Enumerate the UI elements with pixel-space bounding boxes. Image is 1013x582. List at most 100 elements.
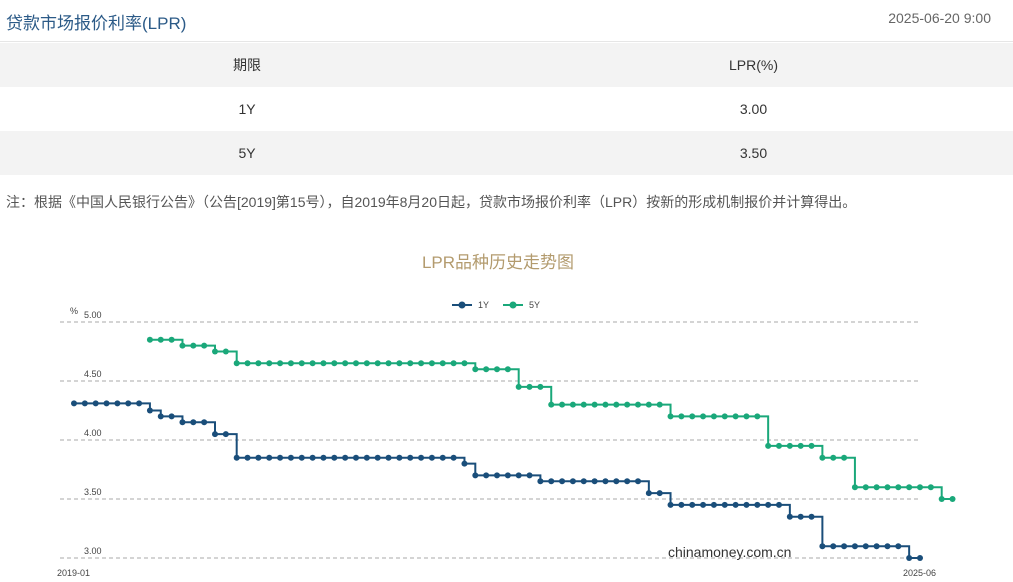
data-point-1Y xyxy=(895,543,902,550)
data-point-1Y xyxy=(407,454,414,461)
data-point-1Y xyxy=(428,454,435,461)
data-point-1Y xyxy=(830,543,837,550)
data-point-1Y xyxy=(797,513,804,520)
data-point-5Y xyxy=(851,484,858,491)
data-point-1Y xyxy=(450,454,457,461)
data-point-1Y xyxy=(656,490,663,497)
data-point-1Y xyxy=(580,478,587,485)
data-point-1Y xyxy=(776,501,782,508)
data-point-5Y xyxy=(504,366,511,373)
data-point-1Y xyxy=(754,501,761,508)
data-point-1Y xyxy=(504,472,511,479)
column-header-term: 期限 xyxy=(233,57,261,73)
data-point-5Y xyxy=(808,442,815,449)
data-point-5Y xyxy=(569,401,576,408)
data-point-1Y xyxy=(353,454,359,461)
footnote: 注：根据《中国人民银行公告》（公告[2019]第15号），自2019年8月20日… xyxy=(6,194,857,210)
data-point-5Y xyxy=(179,342,186,349)
y-tick-label: 3.00 xyxy=(84,546,102,556)
data-point-5Y xyxy=(873,484,880,491)
data-point-5Y xyxy=(385,360,392,367)
data-point-1Y xyxy=(689,501,696,508)
data-point-1Y xyxy=(494,472,500,479)
data-point-5Y xyxy=(353,360,359,367)
data-point-1Y xyxy=(190,419,197,426)
data-point-1Y xyxy=(743,501,750,508)
data-point-5Y xyxy=(765,442,772,449)
table-cell-rate: 3.50 xyxy=(739,145,768,161)
y-tick-label: 4.00 xyxy=(84,428,102,438)
y-tick-label: 4.50 xyxy=(84,369,102,379)
data-point-5Y xyxy=(559,401,566,408)
data-point-5Y xyxy=(461,360,468,367)
data-point-5Y xyxy=(298,360,305,367)
data-point-1Y xyxy=(179,419,186,426)
data-point-1Y xyxy=(114,400,121,407)
data-point-1Y xyxy=(418,454,425,461)
data-point-5Y xyxy=(418,360,425,367)
data-point-5Y xyxy=(168,336,175,343)
data-point-5Y xyxy=(754,413,761,420)
data-point-1Y xyxy=(168,413,175,420)
data-point-1Y xyxy=(157,413,164,420)
table-cell-term: 5Y xyxy=(238,145,256,161)
data-point-5Y xyxy=(526,383,533,390)
data-point-5Y xyxy=(710,413,717,420)
data-point-1Y xyxy=(667,501,674,508)
chart-title: LPR品种历史走势图 xyxy=(421,253,575,272)
data-point-5Y xyxy=(537,383,544,390)
data-point-5Y xyxy=(906,484,913,491)
data-point-5Y xyxy=(439,360,446,367)
watermark-text: chinamoney.com.cn xyxy=(668,544,791,560)
data-point-1Y xyxy=(721,501,728,508)
data-point-5Y xyxy=(635,401,641,408)
table-cell-term: 1Y xyxy=(238,101,256,117)
data-point-5Y xyxy=(212,348,218,355)
data-point-5Y xyxy=(591,401,598,408)
data-point-1Y xyxy=(873,543,880,550)
table-cell-rate: 3.00 xyxy=(739,101,768,117)
data-point-1Y xyxy=(309,454,316,461)
data-point-1Y xyxy=(439,454,446,461)
data-point-5Y xyxy=(602,401,609,408)
data-point-5Y xyxy=(309,360,316,367)
data-point-1Y xyxy=(526,472,533,479)
x-tick-label: 2019-01 xyxy=(57,568,90,578)
data-point-5Y xyxy=(678,413,685,420)
data-point-1Y xyxy=(906,555,913,561)
data-point-5Y xyxy=(233,360,240,367)
data-point-1Y xyxy=(363,454,370,461)
data-point-1Y xyxy=(136,400,143,407)
data-point-1Y xyxy=(396,454,403,461)
data-point-1Y xyxy=(678,501,685,508)
data-point-1Y xyxy=(483,472,490,479)
data-point-5Y xyxy=(700,413,707,420)
column-header-lpr: LPR(%) xyxy=(728,57,778,73)
data-point-5Y xyxy=(494,366,500,373)
data-point-5Y xyxy=(841,454,848,461)
data-point-1Y xyxy=(862,543,869,550)
table-header-row: 期限 LPR(%) xyxy=(0,43,1013,87)
data-point-5Y xyxy=(342,360,349,367)
data-point-1Y xyxy=(287,454,294,461)
data-point-1Y xyxy=(819,543,826,550)
data-point-5Y xyxy=(363,360,370,367)
data-point-5Y xyxy=(331,360,338,367)
data-point-1Y xyxy=(645,490,652,497)
data-point-1Y xyxy=(732,501,739,508)
data-point-1Y xyxy=(602,478,609,485)
data-point-1Y xyxy=(125,400,132,407)
y-axis-label: % xyxy=(70,306,78,316)
data-point-5Y xyxy=(201,342,208,349)
data-point-5Y xyxy=(862,484,869,491)
series-line-1Y xyxy=(74,402,920,559)
data-point-5Y xyxy=(277,360,284,367)
data-point-5Y xyxy=(721,413,728,420)
data-point-5Y xyxy=(396,360,403,367)
data-point-1Y xyxy=(548,478,555,485)
data-point-1Y xyxy=(591,478,598,485)
lpr-table: 期限 LPR(%) 1Y 3.00 5Y 3.50 xyxy=(0,43,1013,175)
data-point-1Y xyxy=(244,454,251,461)
data-point-5Y xyxy=(515,383,522,390)
data-point-5Y xyxy=(613,401,620,408)
